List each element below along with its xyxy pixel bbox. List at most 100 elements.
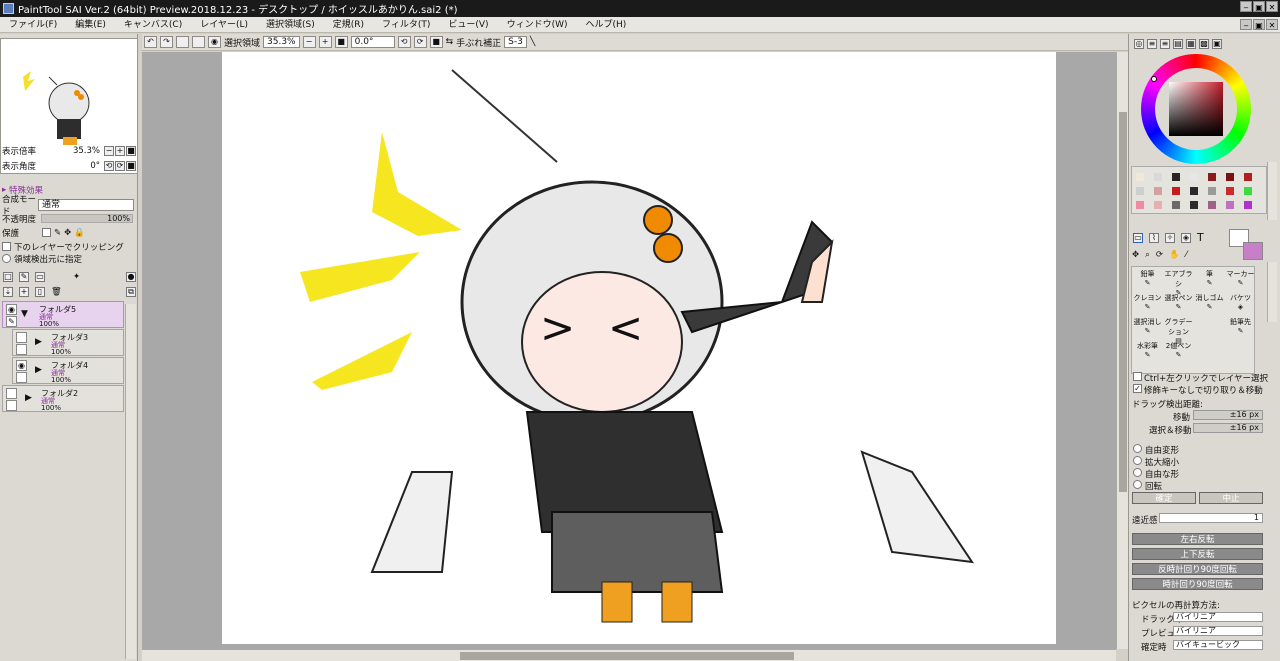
mixer-tab-icon[interactable]: ▤	[1173, 38, 1183, 49]
layer-item[interactable]: ◉ ✎ ▼ フォルダ5 通常 100%	[2, 301, 124, 328]
canvas[interactable]: > <	[222, 52, 1056, 644]
source-row[interactable]: 領域検出元に指定	[2, 252, 136, 265]
color-wheel-tab-icon[interactable]: ◎	[1134, 38, 1144, 49]
free-shape-radio[interactable]	[1133, 468, 1142, 477]
undo-icon[interactable]: ↶	[144, 36, 157, 48]
palette-swatch[interactable]	[1136, 201, 1144, 209]
star-icon[interactable]: ✦	[73, 272, 80, 282]
tool-marker[interactable]: マーカー ✎	[1225, 269, 1256, 291]
stabilizer-select[interactable]: S-3	[504, 36, 527, 48]
maximize-button[interactable]: ▣	[1253, 1, 1265, 12]
palette-swatch[interactable]	[1136, 187, 1144, 195]
layer-item[interactable]: ◉ ▶ フォルダ4 通常 100%	[12, 357, 124, 384]
palette-swatch[interactable]	[1136, 173, 1144, 181]
lock-icon[interactable]: 🔒	[74, 228, 85, 238]
palette-swatch[interactable]	[1226, 201, 1234, 209]
menu-file[interactable]: ファイル(F)	[0, 17, 66, 33]
flip-horizontal-button[interactable]: 左右反転	[1132, 533, 1263, 545]
rgb-slider-tab-icon[interactable]: ≡	[1147, 38, 1157, 49]
palette-swatch[interactable]	[1244, 201, 1252, 209]
new-layer-icon[interactable]: □	[3, 271, 13, 282]
fill-icon[interactable]: ◈	[1181, 232, 1191, 243]
modifier-checkbox[interactable]: ✓	[1133, 384, 1142, 393]
menu-edit[interactable]: 編集(E)	[66, 17, 115, 33]
horizontal-scroll-thumb[interactable]	[460, 652, 794, 660]
blend-select[interactable]: 通常	[38, 198, 134, 211]
rotate-ccw-button[interactable]: ⟲	[397, 36, 411, 48]
palette-swatch[interactable]	[1172, 187, 1180, 195]
tool-crayon[interactable]: クレヨン ✎	[1132, 293, 1163, 315]
eye-icon[interactable]: ◉	[208, 36, 221, 48]
palette-swatch[interactable]	[1190, 201, 1198, 209]
select-move-distance-slider[interactable]: ±16 px	[1193, 423, 1263, 433]
menu-ruler[interactable]: 定規(R)	[324, 17, 373, 33]
minimize-button[interactable]: ‒	[1240, 1, 1252, 12]
trash-icon[interactable]: 🗑	[51, 287, 62, 297]
palette-tab-icon[interactable]: ▦	[1186, 38, 1196, 49]
tool-binary-pen[interactable]: 2値ペン ✎	[1163, 341, 1194, 363]
ctrl-click-checkbox[interactable]	[1133, 372, 1142, 381]
scratch-tab-icon[interactable]: ▩	[1199, 38, 1209, 49]
magic-wand-icon[interactable]: ✧	[1165, 232, 1175, 243]
vertical-scroll-thumb[interactable]	[1119, 112, 1127, 492]
tool-gradation[interactable]: グラデーション ▤	[1163, 317, 1194, 345]
rotate-cw-90-button[interactable]: 時計回り90度回転	[1132, 578, 1263, 590]
menu-filter[interactable]: フィルタ(T)	[373, 17, 439, 33]
visibility-eye-icon[interactable]	[6, 388, 17, 399]
merge-down-icon[interactable]: +	[19, 286, 29, 297]
tool-eraser[interactable]: 消しゴム ✎	[1194, 293, 1225, 315]
palette-swatch[interactable]	[1154, 173, 1162, 181]
primary-color-swatch[interactable]	[1243, 242, 1263, 260]
doc-minimize-button[interactable]: ‒	[1240, 19, 1252, 30]
palette-swatch[interactable]	[1154, 201, 1162, 209]
deselect-icon[interactable]	[176, 36, 189, 48]
confirm-button[interactable]: 確定	[1132, 492, 1196, 504]
palette-swatch[interactable]	[1244, 187, 1252, 195]
tool-select-eraser[interactable]: 選択消し ✎	[1132, 317, 1163, 339]
palette-swatch[interactable]	[1208, 173, 1216, 181]
mask-icon[interactable]: ●	[126, 271, 136, 282]
close-button[interactable]: ✕	[1266, 1, 1278, 12]
doc-close-button[interactable]: ✕	[1266, 19, 1278, 30]
select-all-icon[interactable]	[192, 36, 205, 48]
expand-arrow-icon[interactable]: ▶	[35, 337, 42, 347]
redo-icon[interactable]: ↷	[160, 36, 173, 48]
tool-airbrush[interactable]: エアブラシ ✎	[1163, 269, 1194, 297]
rotate-cw-button[interactable]: ⟳	[413, 36, 427, 48]
new-pen-layer-icon[interactable]: ✎	[19, 271, 29, 282]
layer-item[interactable]: ▶ フォルダ2 通常 100%	[2, 385, 124, 412]
protect-transparency-checkbox[interactable]	[42, 228, 51, 237]
zoom-out-button[interactable]: −	[302, 36, 316, 48]
hand-icon[interactable]: ✋	[1169, 250, 1180, 260]
menu-help[interactable]: ヘルプ(H)	[577, 17, 636, 33]
line-icon[interactable]: ╲	[530, 37, 535, 47]
rect-select-icon[interactable]: ▭	[1133, 232, 1143, 243]
nav-rotate-reset[interactable]: ■	[126, 160, 136, 171]
palette-swatch[interactable]	[1190, 173, 1198, 181]
saturation-value-square[interactable]	[1169, 82, 1223, 136]
lasso-icon[interactable]: ⌇	[1149, 232, 1159, 243]
palette-swatch[interactable]	[1208, 187, 1216, 195]
copy-icon[interactable]: ⧉	[126, 286, 136, 297]
hue-handle[interactable]	[1151, 76, 1157, 82]
clip-checkbox[interactable]	[2, 242, 11, 251]
free-transform-radio[interactable]	[1133, 444, 1142, 453]
menu-view[interactable]: ビュー(V)	[439, 17, 497, 33]
eyedropper-icon[interactable]: ⁄	[1186, 250, 1187, 260]
visibility-eye-icon[interactable]	[16, 332, 27, 343]
menu-canvas[interactable]: キャンバス(C)	[115, 17, 191, 33]
angle-select[interactable]: 0.0°	[350, 36, 395, 48]
tool-bucket[interactable]: バケツ ◈	[1225, 293, 1256, 315]
nav-zoom-reset[interactable]: ■	[126, 145, 136, 156]
rotate-icon[interactable]: ⟳	[1156, 250, 1163, 260]
tool-watercolor[interactable]: 水彩筆 ✎	[1132, 341, 1163, 363]
zoom-in-button[interactable]: +	[318, 36, 332, 48]
rotate-reset-button[interactable]: ■	[429, 36, 443, 48]
zoom-icon[interactable]: ⌕	[1145, 250, 1150, 260]
visibility-eye-icon[interactable]: ◉	[6, 304, 17, 315]
hsv-slider-tab-icon[interactable]: ≡	[1160, 38, 1170, 49]
opacity-slider[interactable]: 100%	[41, 214, 133, 223]
doc-maximize-button[interactable]: ▣	[1253, 19, 1265, 30]
nav-rotate-ccw[interactable]: ⟲	[104, 160, 114, 171]
palette-swatch[interactable]	[1172, 201, 1180, 209]
